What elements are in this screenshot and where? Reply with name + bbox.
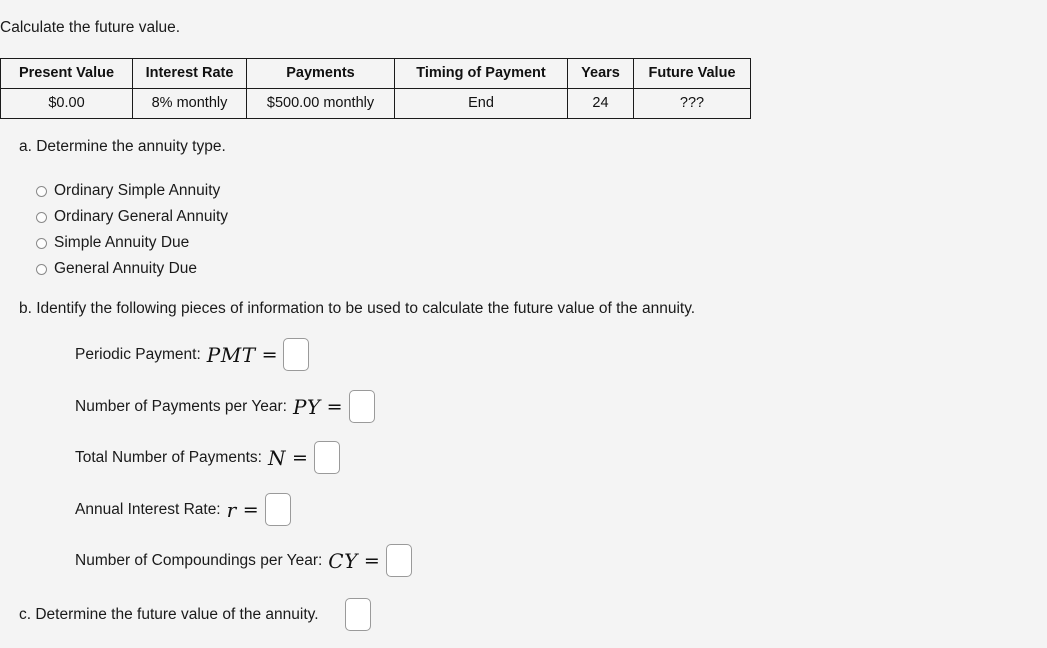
radio-option-ordinary-simple-annuity[interactable]: Ordinary Simple Annuity [36,178,228,204]
input-total-number-of-payments[interactable] [313,441,340,474]
math-symbol-r: r [226,497,237,522]
table-header-years: Years [567,58,634,89]
part-c-row: c. Determine the future value of the ann… [19,598,371,631]
annuity-data-table: Present Value Interest Rate Payments Tim… [0,58,751,119]
cell-interest-rate: 8% monthly [132,88,247,119]
radio-option-simple-annuity-due[interactable]: Simple Annuity Due [36,230,228,256]
equals-sign: = [242,498,259,521]
field-annual-interest-rate: Annual Interest Rate: r = [75,493,291,526]
cell-payments: $500.00 monthly [246,88,395,119]
field-label: Number of Payments per Year: [75,397,287,415]
table-header-interest-rate: Interest Rate [132,58,247,89]
math-symbol-n: N [267,445,286,470]
math-symbol-py: PY [292,394,321,419]
equals-sign: = [261,343,278,366]
table-header-timing-of-payment: Timing of Payment [394,58,568,89]
radio-button-icon[interactable] [36,185,47,197]
table-header-future-value: Future Value [633,58,751,89]
cell-present-value: $0.00 [0,88,133,119]
field-periodic-payment: Periodic Payment: PMT = [75,338,310,371]
radio-option-label: Ordinary Simple Annuity [54,182,221,199]
field-payments-per-year: Number of Payments per Year: PY = [75,390,375,423]
input-payments-per-year[interactable] [348,390,375,423]
radio-button-icon[interactable] [36,237,47,249]
field-label: Annual Interest Rate: [75,500,221,518]
math-symbol-pmt: PMT [206,342,256,367]
part-c-prompt: c. Determine the future value of the ann… [19,605,319,623]
cell-years: 24 [567,88,634,119]
math-symbol-cy: CY [328,548,358,573]
input-compoundings-per-year[interactable] [385,544,412,577]
equals-sign: = [363,549,380,572]
table-row: $0.00 8% monthly $500.00 monthly End 24 … [0,88,751,119]
annuity-type-radio-group: Ordinary Simple Annuity Ordinary General… [36,178,228,282]
table-header-present-value: Present Value [0,58,133,89]
input-annual-interest-rate[interactable] [264,493,291,526]
equals-sign: = [291,446,308,469]
page-instruction: Calculate the future value. [0,19,181,36]
field-compoundings-per-year: Number of Compoundings per Year: CY = [75,544,412,577]
table-header-row: Present Value Interest Rate Payments Tim… [0,58,751,89]
part-b-prompt: b. Identify the following pieces of info… [19,300,696,317]
radio-option-label: Simple Annuity Due [54,234,190,251]
equals-sign: = [326,395,343,418]
part-a-prompt: a. Determine the annuity type. [19,138,226,155]
radio-option-label: General Annuity Due [54,260,198,277]
field-total-number-of-payments: Total Number of Payments: N = [75,441,340,474]
field-label: Periodic Payment: [75,345,201,363]
cell-timing-of-payment: End [394,88,568,119]
radio-option-label: Ordinary General Annuity [54,208,229,225]
radio-button-icon[interactable] [36,263,47,275]
radio-option-ordinary-general-annuity[interactable]: Ordinary General Annuity [36,204,228,230]
cell-future-value: ??? [633,88,751,119]
input-periodic-payment[interactable] [283,338,310,371]
field-label: Total Number of Payments: [75,448,262,466]
radio-button-icon[interactable] [36,211,47,223]
input-future-value[interactable] [344,598,371,631]
table-header-payments: Payments [246,58,395,89]
radio-option-general-annuity-due[interactable]: General Annuity Due [36,256,228,282]
field-label: Number of Compoundings per Year: [75,551,323,569]
